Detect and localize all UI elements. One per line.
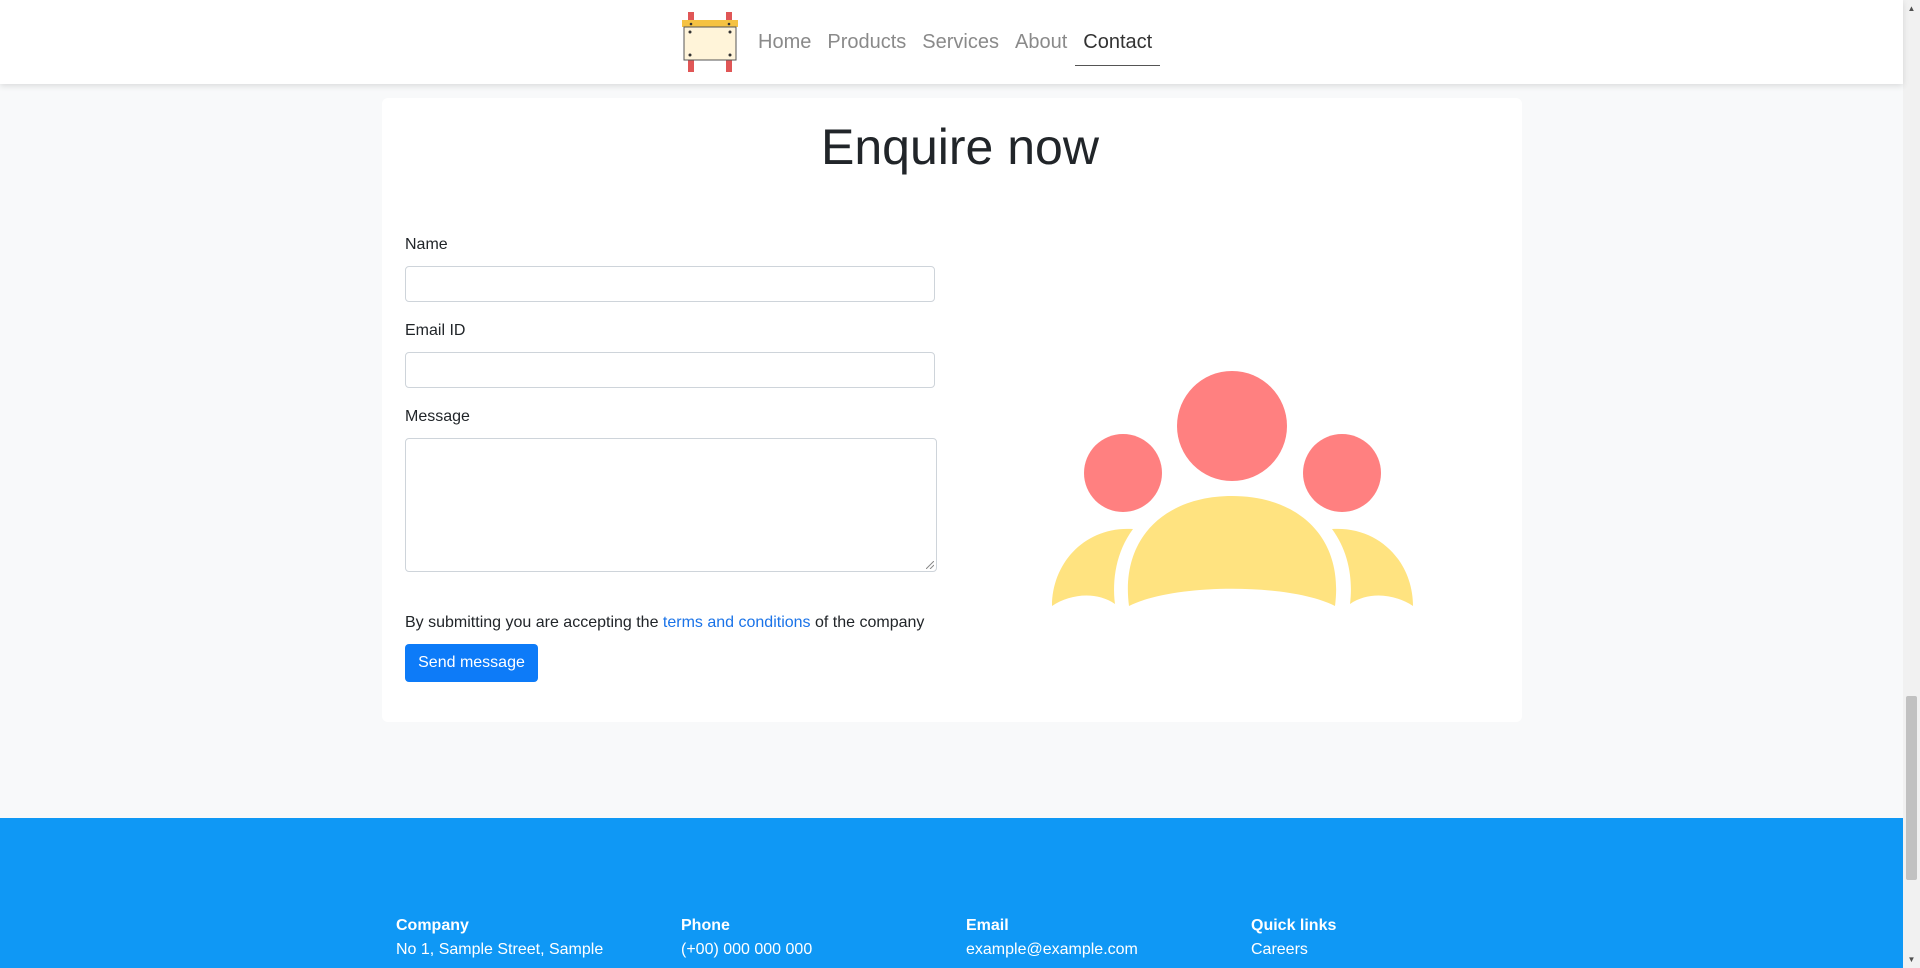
email-input[interactable]: [405, 352, 935, 388]
footer-email-address[interactable]: example@example.com: [966, 938, 1138, 962]
group-people-illustration-icon: [1052, 371, 1413, 606]
nav-link-contact[interactable]: Contact: [1075, 12, 1161, 72]
name-input[interactable]: [405, 266, 935, 302]
footer-company: Company No 1, Sample Street, Sample: [396, 914, 603, 962]
footer-quick-links-title: Quick links: [1251, 917, 1337, 934]
footer-phone-title: Phone: [681, 917, 730, 934]
footer-email: Email example@example.com: [966, 914, 1138, 962]
terms-link[interactable]: terms and conditions: [663, 614, 811, 631]
message-label: Message: [405, 408, 470, 425]
name-label: Name: [405, 236, 448, 253]
footer-phone-number: (+00) 000 000 000: [681, 941, 813, 958]
footer-phone: Phone (+00) 000 000 000: [681, 914, 812, 962]
footer-company-address: No 1, Sample Street, Sample: [396, 941, 604, 958]
nav-link-services[interactable]: Services: [914, 12, 1007, 72]
resize-grip-icon[interactable]: [926, 561, 934, 569]
page-title: Enquire now: [821, 119, 1099, 175]
consent-prefix: By submitting you are accepting the: [405, 614, 663, 631]
nav-link-products[interactable]: Products: [819, 12, 914, 72]
scroll-up-arrow-icon[interactable]: ▲: [1903, 0, 1920, 17]
nav-container: Home Products Services About Contact: [680, 12, 1161, 72]
signboard-logo-icon[interactable]: [680, 12, 740, 72]
scroll-down-arrow-icon[interactable]: ▼: [1903, 951, 1920, 968]
nav-link-home[interactable]: Home: [750, 12, 819, 72]
footer-link-careers[interactable]: Careers: [1251, 938, 1336, 962]
vertical-scrollbar[interactable]: ▲ ▼: [1903, 0, 1920, 968]
top-navbar: Home Products Services About Contact: [0, 0, 1903, 84]
footer-company-title: Company: [396, 917, 469, 934]
message-textarea[interactable]: [405, 438, 937, 572]
scrollbar-thumb[interactable]: [1906, 696, 1917, 880]
terms-consent-text: By submitting you are accepting the term…: [405, 614, 924, 632]
site-footer: Company No 1, Sample Street, Sample Phon…: [0, 818, 1903, 968]
footer-email-title: Email: [966, 917, 1009, 934]
consent-suffix: of the company: [810, 614, 925, 631]
email-label: Email ID: [405, 322, 466, 339]
send-message-button[interactable]: Send message: [405, 644, 538, 682]
nav-link-about[interactable]: About: [1007, 12, 1075, 72]
footer-quick-links: Quick links Careers: [1251, 914, 1336, 962]
